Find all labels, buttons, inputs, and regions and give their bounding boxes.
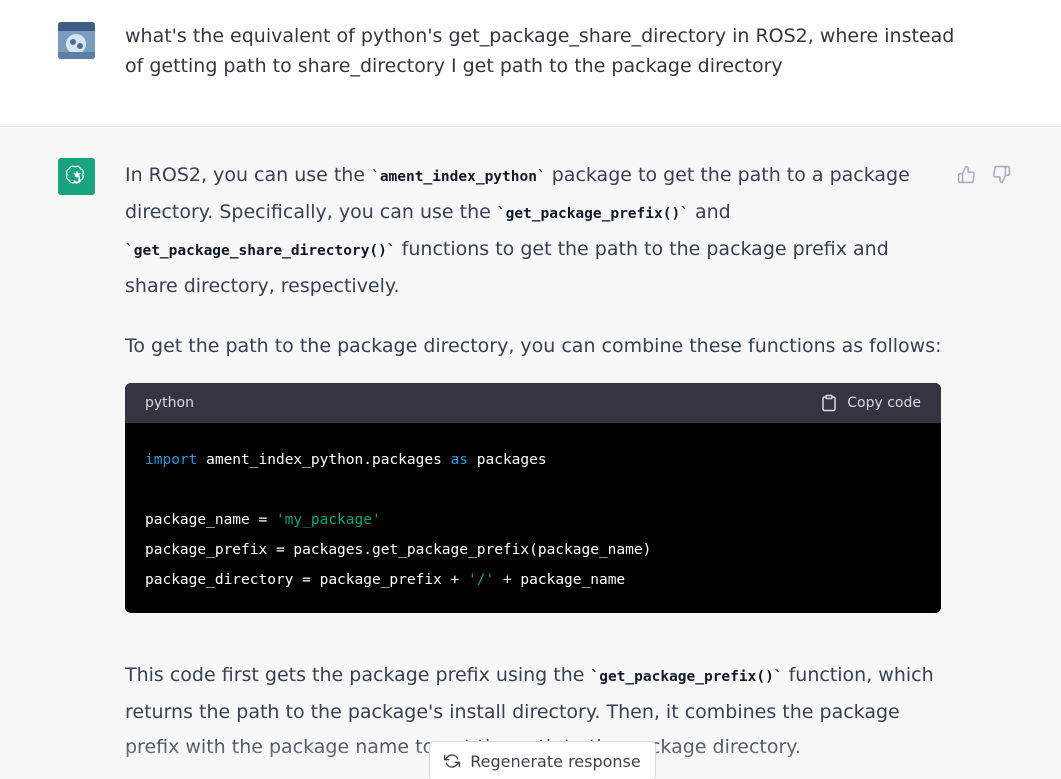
code-line: import ament_index_python.packages as pa… xyxy=(145,445,921,475)
copy-code-label: Copy code xyxy=(847,395,921,411)
text-segment: In ROS2, you can use the xyxy=(125,164,372,186)
assistant-paragraph-1: In ROS2, you can use the `ament_index_py… xyxy=(125,158,945,304)
thumbs-up-icon xyxy=(957,165,975,183)
regenerate-response-button[interactable]: Regenerate response xyxy=(429,741,656,779)
assistant-avatar xyxy=(58,158,95,195)
user-message-text: what's the equivalent of python's get_pa… xyxy=(125,25,955,77)
code-string: 'my_package' xyxy=(275,512,381,528)
inline-code: `get_package_prefix()` xyxy=(496,206,689,222)
code-line: package_name = 'my_package' xyxy=(145,505,921,535)
code-text: package_name = xyxy=(145,512,276,528)
code-text: package_prefix = packages.get_package_pr… xyxy=(145,542,652,558)
code-keyword: as xyxy=(450,452,469,468)
code-text: package_directory = package_prefix + xyxy=(145,572,469,588)
inline-code: `get_package_share_directory()` xyxy=(125,243,396,259)
assistant-message-body: In ROS2, you can use the `ament_index_py… xyxy=(125,158,945,364)
regenerate-label: Regenerate response xyxy=(470,751,641,771)
thumbs-down-icon xyxy=(992,165,1010,183)
user-avatar-image-icon xyxy=(58,22,95,59)
user-avatar xyxy=(58,22,95,59)
openai-logo-icon xyxy=(65,165,84,184)
inline-code: `get_package_prefix()` xyxy=(590,669,783,685)
code-block: python Copy code import ament_index_pyth… xyxy=(125,383,941,613)
code-text: ament_index_python.packages xyxy=(197,452,451,468)
copy-code-button[interactable]: Copy code xyxy=(820,394,921,412)
code-line: package_directory = package_prefix + '/'… xyxy=(145,565,921,595)
code-line: package_prefix = packages.get_package_pr… xyxy=(145,535,921,565)
clipboard-icon xyxy=(822,394,837,412)
code-block-header: python Copy code xyxy=(125,383,941,423)
inline-code: `ament_index_python` xyxy=(371,169,546,185)
code-language-label: python xyxy=(145,395,194,411)
refresh-icon xyxy=(444,754,461,768)
text-segment: This code first gets the package prefix … xyxy=(125,664,591,686)
assistant-paragraph-2: To get the path to the package directory… xyxy=(125,335,942,357)
assistant-message-row: In ROS2, you can use the `ament_index_py… xyxy=(0,128,1061,779)
code-string: '/' xyxy=(468,572,495,588)
code-text: packages xyxy=(468,452,547,468)
text-segment: and xyxy=(688,201,731,223)
user-message-row: what's the equivalent of python's get_pa… xyxy=(0,0,1061,127)
code-text: + package_name xyxy=(494,572,626,588)
code-content: import ament_index_python.packages as pa… xyxy=(125,423,941,595)
code-keyword: import xyxy=(145,452,198,468)
thumbs-up-button[interactable] xyxy=(955,163,977,185)
thumbs-down-button[interactable] xyxy=(990,163,1012,185)
